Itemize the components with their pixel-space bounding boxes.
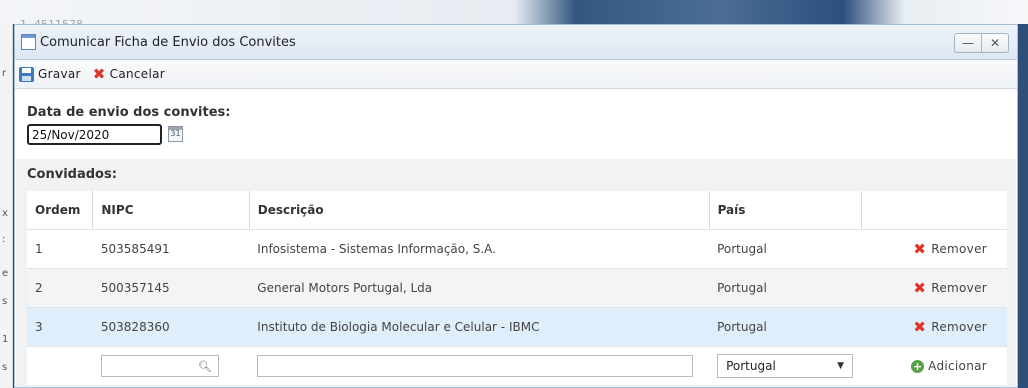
guests-section: Convidados: Ordem NIPC Descrição País 1 … — [16, 159, 1016, 387]
cell-empty — [27, 346, 93, 385]
calendar-icon[interactable]: 31 — [168, 126, 183, 142]
cell-nipc: 500357145 — [92, 268, 250, 308]
column-header-pais[interactable]: País — [708, 191, 862, 230]
background-text-fragment: 1 — [2, 334, 9, 345]
column-header-nipc[interactable]: NIPC — [92, 191, 250, 230]
remove-icon: ✖ — [913, 278, 927, 297]
window-icon — [21, 34, 36, 50]
save-button[interactable]: Gravar — [19, 66, 81, 82]
table-row-selected[interactable]: 3 503828360 Instituto de Biologia Molecu… — [27, 307, 1007, 347]
cell-actions: ✖ Remover — [861, 268, 1007, 308]
country-selected: Portugal — [726, 359, 776, 373]
cell-ordem: 3 — [27, 307, 93, 347]
column-header-actions — [860, 191, 1007, 230]
close-icon: ✕ — [989, 36, 1001, 50]
nipc-search-input[interactable]: 🔍︎ — [100, 355, 219, 377]
cell-add: + Adicionar — [861, 346, 1007, 385]
cell-nipc-search: 🔍︎ — [92, 346, 250, 385]
cell-description-input — [249, 346, 710, 385]
cancel-icon: ✖ — [92, 64, 106, 83]
cell-pais: Portugal — [709, 229, 862, 269]
cell-descricao: Instituto de Biologia Molecular e Celula… — [249, 307, 710, 347]
description-input[interactable] — [257, 355, 694, 377]
dialog-toolbar: Gravar ✖ Cancelar — [15, 60, 1017, 89]
save-icon — [19, 66, 34, 82]
search-icon[interactable]: 🔍︎ — [198, 360, 212, 373]
background-text-fragment: : — [2, 234, 6, 245]
add-button[interactable]: + Adicionar — [869, 359, 999, 373]
cell-actions: ✖ Remover — [861, 229, 1007, 269]
cell-ordem: 1 — [27, 229, 93, 269]
window-controls: — ✕ — [954, 33, 1009, 53]
background-top-bar — [0, 0, 1028, 24]
column-header-descricao[interactable]: Descrição — [248, 191, 710, 230]
close-button[interactable]: ✕ — [981, 34, 1008, 52]
country-select[interactable]: Portugal ▼ — [717, 354, 854, 378]
chevron-down-icon: ▼ — [837, 361, 845, 371]
dialog-title: Comunicar Ficha de Envio dos Convites — [40, 34, 296, 50]
background-text-fragment: s — [2, 296, 8, 307]
table-row[interactable]: 2 500357145 General Motors Portugal, Lda… — [27, 268, 1007, 308]
cell-descricao: Infosistema - Sistemas Informação, S.A. — [249, 229, 710, 269]
cell-nipc: 503828360 — [92, 307, 250, 347]
remove-button[interactable]: ✖ Remover — [869, 317, 999, 336]
cancel-label: Cancelar — [109, 67, 165, 81]
send-invites-dialog: Comunicar Ficha de Envio dos Convites — … — [14, 24, 1018, 388]
remove-label: Remover — [931, 281, 987, 295]
remove-icon: ✖ — [913, 239, 927, 258]
background-text-fragment: e — [2, 268, 9, 279]
cell-actions: ✖ Remover — [861, 307, 1007, 347]
guests-table: Ordem NIPC Descrição País 1 503585491 In… — [27, 191, 1007, 385]
remove-button[interactable]: ✖ Remover — [869, 239, 999, 258]
cell-pais: Portugal — [709, 307, 862, 347]
table-row[interactable]: 1 503585491 Infosistema - Sistemas Infor… — [27, 229, 1007, 269]
cell-nipc: 503585491 — [92, 229, 250, 269]
date-field-label: Data de envio dos convites: — [27, 105, 231, 120]
add-label: Adicionar — [928, 359, 987, 373]
table-header-row: Ordem NIPC Descrição País — [27, 191, 1007, 230]
remove-icon: ✖ — [913, 317, 927, 336]
remove-label: Remover — [931, 242, 987, 256]
remove-button[interactable]: ✖ Remover — [869, 278, 999, 297]
minimize-icon: — — [962, 36, 974, 50]
column-header-ordem[interactable]: Ordem — [27, 191, 93, 230]
dialog-titlebar[interactable]: Comunicar Ficha de Envio dos Convites — … — [15, 25, 1017, 60]
add-icon: + — [911, 359, 925, 373]
minimize-button[interactable]: — — [955, 34, 981, 52]
cell-pais: Portugal — [709, 268, 862, 308]
background-text-fragment: x — [2, 208, 8, 219]
background-text-fragment: s — [2, 362, 8, 373]
remove-label: Remover — [931, 320, 987, 334]
cell-descricao: General Motors Portugal, Lda — [249, 268, 710, 308]
add-guest-row: 🔍︎ Portugal ▼ + Adicionar — [27, 346, 1007, 385]
background-text-fragment: r — [2, 68, 7, 79]
guests-section-label: Convidados: — [27, 167, 117, 182]
cell-ordem: 2 — [27, 268, 93, 308]
cancel-button[interactable]: ✖ Cancelar — [92, 64, 165, 83]
date-input[interactable] — [27, 124, 162, 145]
cell-country-select: Portugal ▼ — [709, 346, 862, 385]
save-label: Gravar — [38, 67, 81, 81]
